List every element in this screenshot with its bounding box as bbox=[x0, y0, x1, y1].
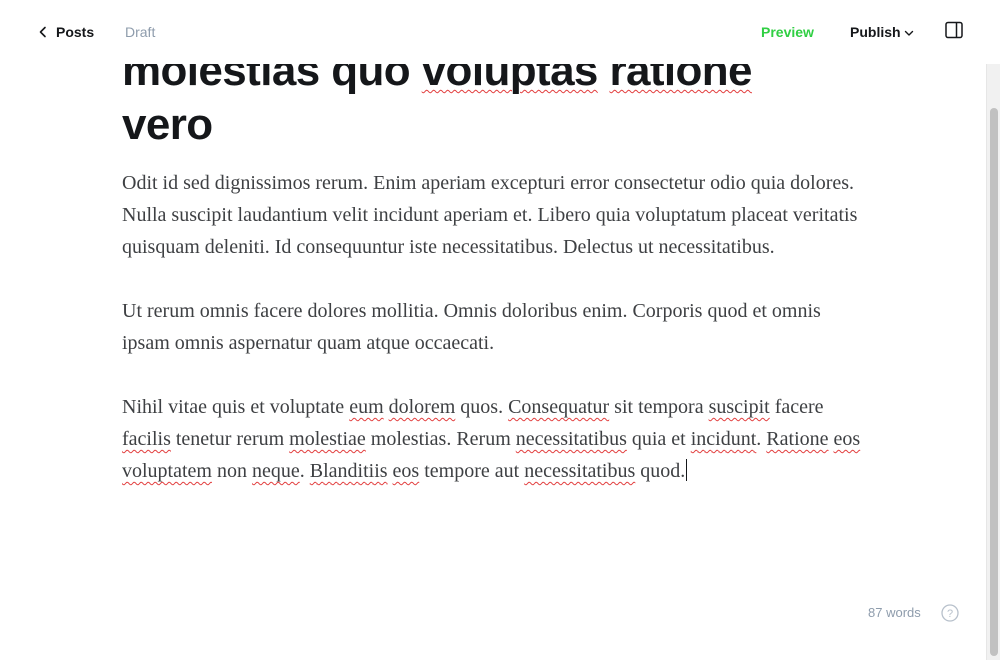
spellcheck-word: eum bbox=[349, 396, 384, 418]
spellcheck-word: molestiae bbox=[289, 428, 366, 450]
editor-header: Posts Draft Preview Publish bbox=[0, 0, 986, 64]
spellcheck-word: suscipit bbox=[708, 396, 770, 418]
body-paragraph: Nihil vitae quis et voluptate eum dolore… bbox=[122, 396, 861, 482]
spellcheck-word: voluptatem bbox=[122, 460, 212, 482]
chevron-left-icon bbox=[39, 26, 46, 38]
publish-button[interactable]: Publish bbox=[850, 24, 914, 40]
back-to-posts-link[interactable]: Posts bbox=[36, 18, 94, 46]
title-line: vero bbox=[122, 100, 213, 149]
post-status: Draft bbox=[125, 24, 156, 40]
text-cursor bbox=[686, 459, 688, 481]
spellcheck-word: incidunt bbox=[690, 428, 757, 450]
preview-button[interactable]: Preview bbox=[761, 24, 814, 40]
scrollbar-thumb[interactable] bbox=[990, 108, 998, 656]
back-link-label: Posts bbox=[56, 24, 95, 40]
post-body[interactable]: Odit id sed dignissimos rerum. Enim aper… bbox=[122, 167, 862, 519]
spellcheck-word: necessitatibus bbox=[524, 460, 636, 482]
spellcheck-word: facilis bbox=[122, 428, 171, 450]
svg-text:?: ? bbox=[947, 608, 953, 620]
spellcheck-word: dolorem bbox=[388, 396, 456, 418]
editor-scrollbar[interactable] bbox=[986, 64, 1000, 660]
spellcheck-word: eos bbox=[833, 428, 861, 450]
spellcheck-word: Consequatur bbox=[508, 396, 610, 418]
spellcheck-word: Blanditiis bbox=[309, 460, 388, 482]
spellcheck-word: eos bbox=[392, 460, 420, 482]
editor-canvas[interactable]: molestias quo voluptas ratione vero Odit … bbox=[0, 0, 986, 660]
sidebar-toggle-icon[interactable] bbox=[944, 20, 964, 40]
word-count: 87 words bbox=[868, 605, 921, 620]
chevron-down-icon bbox=[904, 30, 913, 36]
help-circle-icon[interactable]: ? bbox=[941, 604, 959, 622]
spellcheck-word: neque bbox=[251, 460, 300, 482]
spellcheck-word: Ratione bbox=[766, 428, 829, 450]
body-paragraph: Odit id sed dignissimos rerum. Enim aper… bbox=[122, 172, 858, 258]
spellcheck-word: necessitatibus bbox=[515, 428, 627, 450]
publish-label: Publish bbox=[850, 24, 901, 40]
body-paragraph: Ut rerum omnis facere dolores mollitia. … bbox=[122, 300, 821, 354]
